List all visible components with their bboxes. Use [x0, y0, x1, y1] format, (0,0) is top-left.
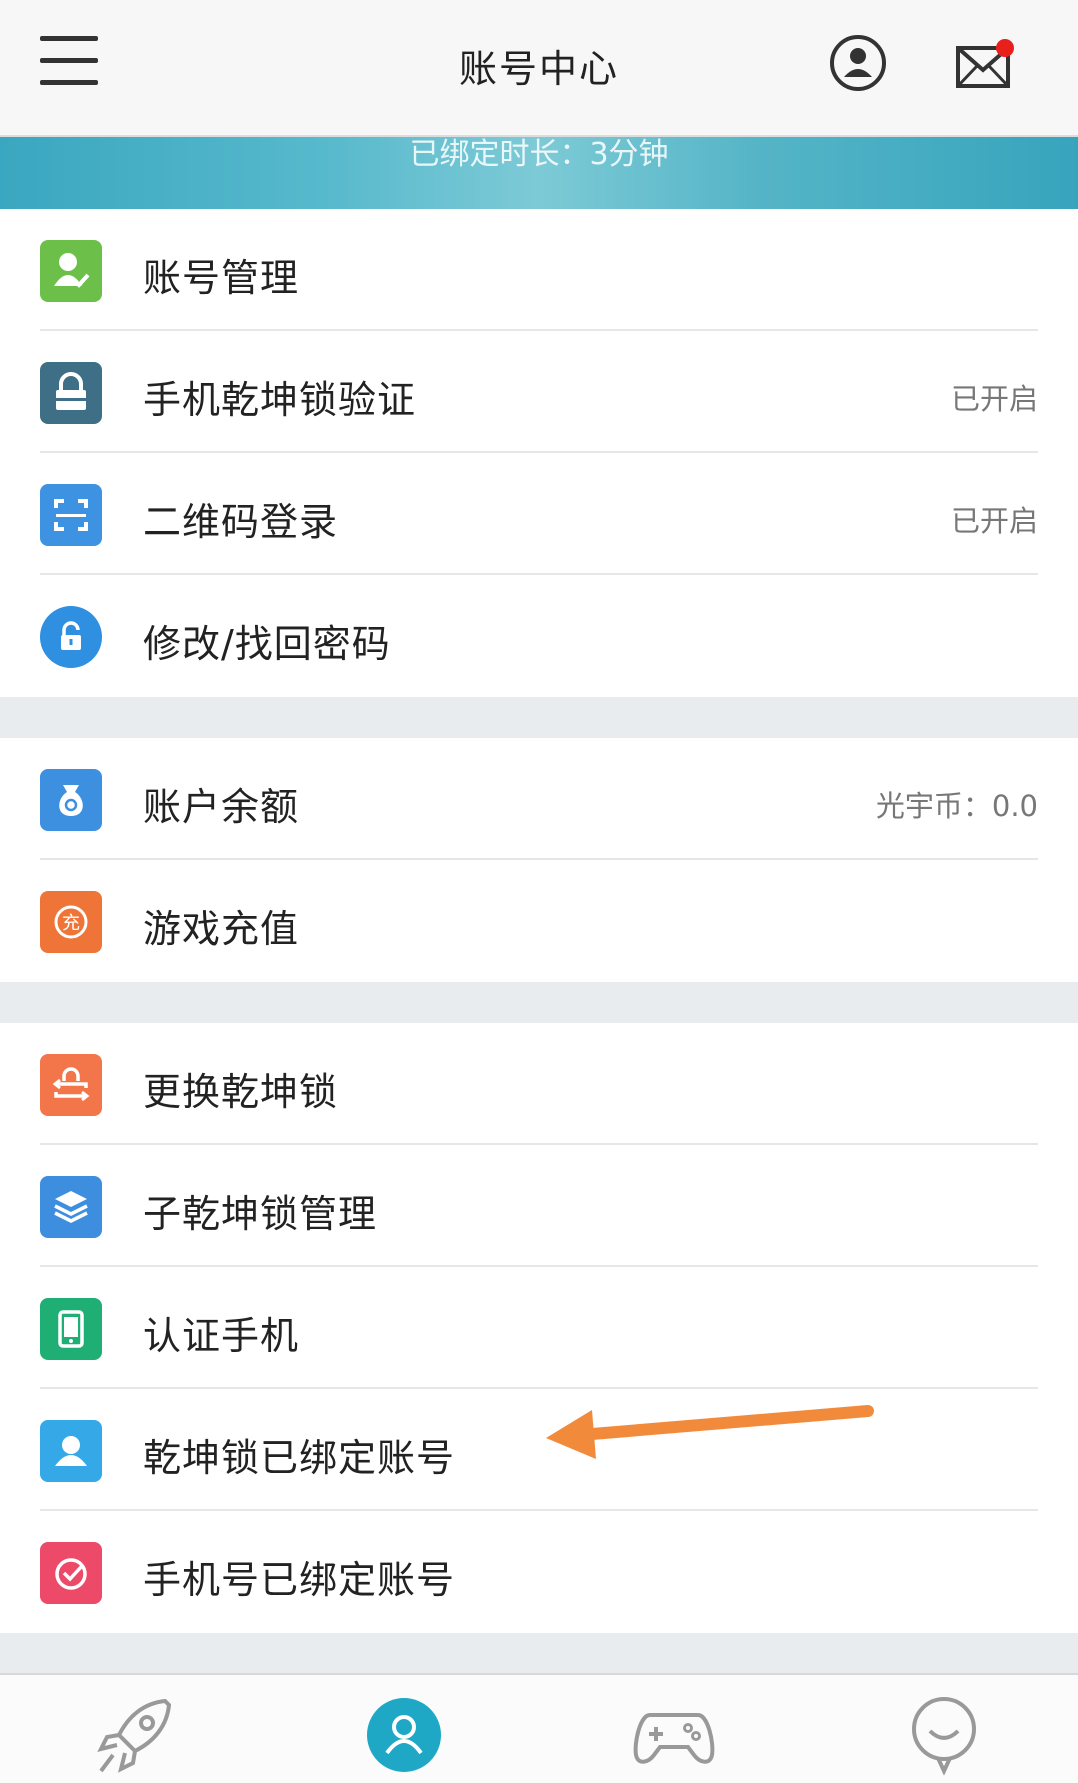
status-value: 已开启	[950, 382, 1038, 416]
menu-item-phone-lock-verify[interactable]: 手机乾坤锁验证 已开启	[0, 331, 1078, 453]
money-bag-icon	[40, 769, 102, 831]
top-bar: 账号中心	[0, 0, 1078, 137]
bottom-tab-bar	[0, 1673, 1078, 1783]
qr-scan-icon	[40, 484, 102, 546]
menu-item-label: 子乾坤锁管理	[143, 1192, 378, 1236]
menu-item-label: 修改/找回密码	[143, 622, 391, 666]
unread-badge	[996, 39, 1014, 57]
menu-item-label: 游戏充值	[143, 907, 300, 951]
menu-item-lock-bound-accounts[interactable]: 乾坤锁已绑定账号	[0, 1389, 1078, 1511]
mail-icon[interactable]	[955, 36, 1015, 92]
menu-item-phone-bound-accounts[interactable]: 手机号已绑定账号	[0, 1511, 1078, 1633]
status-value: 已开启	[950, 504, 1038, 538]
menu-item-recharge[interactable]: 充 游戏充值	[0, 860, 1078, 982]
menu-item-label: 手机号已绑定账号	[143, 1558, 456, 1602]
binding-banner: 已绑定时长：3分钟	[0, 137, 1078, 209]
menu-item-label: 二维码登录	[143, 500, 339, 544]
lock-icon	[40, 362, 102, 424]
menu-item-verify-phone[interactable]: 认证手机	[0, 1267, 1078, 1389]
menu-item-label: 更换乾坤锁	[143, 1070, 339, 1114]
menu-item-replace-lock[interactable]: 更换乾坤锁	[0, 1023, 1078, 1145]
recharge-icon: 充	[40, 891, 102, 953]
user-icon[interactable]	[366, 1697, 442, 1773]
menu-item-label: 账号管理	[143, 256, 300, 300]
balance-group: 账户余额 光宇币：0.0 充 游戏充值	[0, 738, 1078, 982]
lock-group: 更换乾坤锁 子乾坤锁管理 认证手机 乾坤锁已绑定账号 手机号已绑定账号	[0, 1023, 1078, 1633]
menu-item-label: 账户余额	[143, 785, 300, 829]
menu-item-qr-login[interactable]: 二维码登录 已开启	[0, 453, 1078, 575]
profile-icon[interactable]	[828, 33, 888, 93]
chat-bubble-icon[interactable]	[908, 1695, 980, 1777]
page-title: 账号中心	[458, 47, 619, 91]
menu-item-label: 乾坤锁已绑定账号	[143, 1436, 456, 1480]
menu-item-label: 手机乾坤锁验证	[143, 378, 417, 422]
menu-item-label: 认证手机	[143, 1314, 300, 1358]
menu-item-account-manage[interactable]: 账号管理	[0, 209, 1078, 331]
balance-value: 光宇币：0.0	[875, 789, 1038, 823]
menu-item-sub-lock-manage[interactable]: 子乾坤锁管理	[0, 1145, 1078, 1267]
phone-icon	[40, 1298, 102, 1360]
menu-item-change-password[interactable]: 修改/找回密码	[0, 575, 1078, 697]
banner-text: 已绑定时长：3分钟	[409, 137, 669, 172]
menu-item-balance[interactable]: 账户余额 光宇币：0.0	[0, 738, 1078, 860]
layers-icon	[40, 1176, 102, 1238]
swap-lock-icon	[40, 1054, 102, 1116]
account-manage-icon	[40, 240, 102, 302]
rocket-icon[interactable]	[95, 1695, 177, 1777]
gamepad-icon[interactable]	[630, 1695, 718, 1777]
user-silhouette-icon	[40, 1420, 102, 1482]
check-circle-icon	[40, 1542, 102, 1604]
padlock-round-icon	[40, 606, 102, 668]
svg-text:充: 充	[62, 913, 80, 934]
security-group: 账号管理 手机乾坤锁验证 已开启 二维码登录 已开启 修改/找回密码	[0, 209, 1078, 697]
